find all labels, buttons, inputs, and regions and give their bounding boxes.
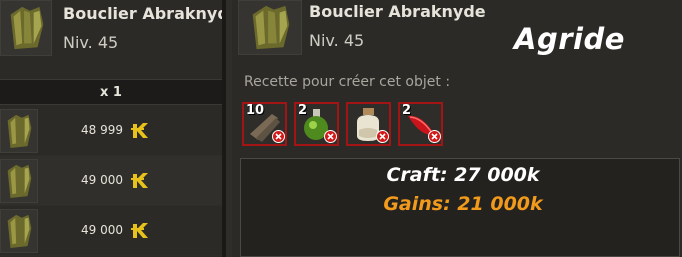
item-name: Bouclier Abraknyde [63, 4, 240, 23]
abraknyde-shield-icon [0, 0, 52, 56]
abraknyde-shield-icon [238, 0, 302, 55]
ingredient-slot[interactable]: 2 [294, 102, 339, 146]
offer-price: 48 999 [81, 123, 123, 137]
ingredient-count: 10 [246, 103, 265, 118]
kama-icon [131, 173, 148, 188]
abraknyde-shield-icon [0, 209, 38, 253]
recipe-label: Recette pour créer cet objet : [244, 74, 451, 90]
craft-cost-text: Craft: 27 000k [386, 164, 540, 186]
ingredient-slot[interactable]: 10 [242, 102, 287, 146]
ingredient-slot[interactable]: 2 [398, 102, 443, 146]
quantity-label: x 1 [100, 85, 122, 100]
quantity-column-header[interactable]: x 1 [0, 79, 222, 105]
ingredient-count: 2 [402, 103, 412, 118]
abraknyde-shield-icon [0, 109, 38, 153]
kama-icon [131, 123, 148, 138]
market-item-header: Bouclier Abraknyde Niv. 45 [0, 0, 240, 75]
server-name: Agride [514, 22, 625, 56]
offer-row[interactable]: 48 999 [0, 106, 222, 156]
offer-price: 49 000 [81, 223, 123, 237]
offer-row[interactable]: 49 000 [0, 206, 222, 256]
market-offers-panel: Bouclier Abraknyde Niv. 45 x 1 48 999 49… [0, 0, 240, 257]
offer-price: 49 000 [81, 173, 123, 187]
item-detail-panel: Bouclier Abraknyde Niv. 45 Agride Recett… [232, 0, 682, 257]
ingredient-count: 2 [298, 103, 308, 118]
item-name: Bouclier Abraknyde [309, 2, 486, 21]
gains-text: Gains: 21 000k [383, 193, 543, 215]
missing-ingredient-icon [272, 130, 285, 143]
offer-row[interactable]: 49 000 [0, 156, 222, 206]
item-level: Niv. 45 [63, 33, 119, 52]
missing-ingredient-icon [324, 130, 337, 143]
abraknyde-shield-icon [0, 159, 38, 203]
missing-ingredient-icon [428, 130, 441, 143]
kama-icon [131, 223, 148, 238]
missing-ingredient-icon [376, 130, 389, 143]
ingredient-slot[interactable] [346, 102, 391, 146]
item-level: Niv. 45 [309, 31, 365, 50]
